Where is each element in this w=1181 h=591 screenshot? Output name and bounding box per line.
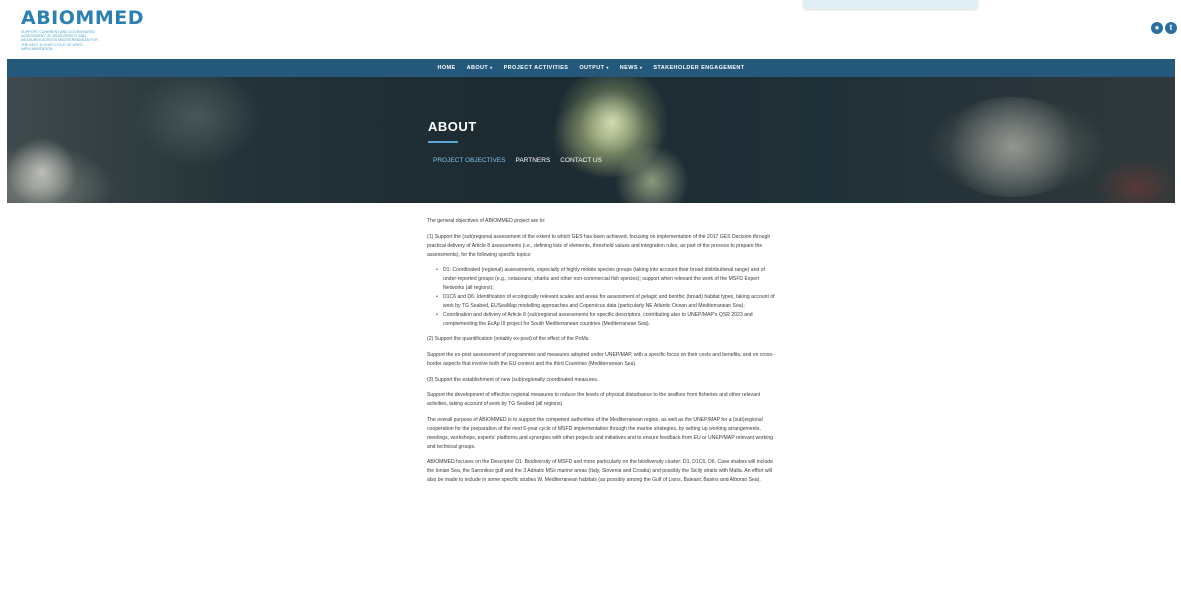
nav-item-stakeholder-engagement[interactable]: STAKEHOLDER ENGAGEMENT — [653, 65, 744, 71]
objective-2: (2) Support the quantification (notably … — [427, 336, 590, 343]
intro-paragraph: The general objectives of ABIOMMED proje… — [427, 218, 546, 224]
list-item: D1: Coordinated (regional) assessments, … — [436, 266, 775, 293]
nav-item-project-activities[interactable]: PROJECT ACTIVITIES — [504, 65, 569, 71]
objective-3: (3) Support the establishment of new (su… — [427, 376, 599, 383]
hero-banner: ABOUT PROJECT OBJECTIVES PARTNERS CONTAC… — [7, 77, 1175, 203]
subpage-nav: PROJECT OBJECTIVES PARTNERS CONTACT US — [433, 157, 602, 164]
flickr-icon[interactable]: ● — [1151, 22, 1163, 34]
logo-title: ABIOMMED — [21, 7, 144, 29]
nav-item-label: NEWS — [619, 65, 638, 71]
nav-item-label: ABOUT — [466, 65, 489, 71]
site-logo[interactable]: ABIOMMED Support coherent and coordinate… — [21, 9, 144, 51]
chevron-down-icon: ▾ — [490, 65, 493, 70]
nav-item-label: STAKEHOLDER ENGAGEMENT — [653, 65, 745, 71]
coral-image-highlight — [937, 97, 1087, 197]
chevron-down-icon: ▾ — [606, 65, 609, 70]
subnav-partners[interactable]: PARTNERS — [515, 157, 550, 164]
main-navigation: HOME ABOUT ▾ PROJECT ACTIVITIES OUTPUT ▾ N… — [7, 59, 1175, 77]
nav-item-output[interactable]: OUTPUT ▾ — [579, 65, 608, 71]
nav-item-news[interactable]: NEWS ▾ — [620, 65, 643, 71]
objective-2-detail: Support the ex-post assessment of progra… — [427, 352, 774, 367]
twitter-icon[interactable]: t — [1165, 22, 1177, 34]
social-links: ● t — [1151, 22, 1177, 34]
coral-image-highlight — [607, 147, 697, 203]
coral-image-highlight — [7, 137, 77, 203]
nav-item-home[interactable]: HOME — [437, 65, 455, 71]
objective-1-topics: D1: Coordinated (regional) assessments, … — [436, 266, 775, 328]
subnav-project-objectives[interactable]: PROJECT OBJECTIVES — [433, 157, 505, 164]
nav-item-label: OUTPUT — [579, 65, 605, 71]
chevron-down-icon: ▾ — [639, 65, 643, 70]
site-header: ABIOMMED Support coherent and coordinate… — [0, 0, 1181, 59]
list-item: D1C6 and D6: Identification of ecologica… — [436, 293, 775, 311]
top-floating-bar — [803, 0, 978, 9]
nav-item-label: PROJECT ACTIVITIES — [503, 65, 569, 71]
list-item: Coordination and delivery of Article 8 (… — [436, 311, 775, 329]
title-underline — [428, 141, 458, 143]
nav-item-about[interactable]: ABOUT ▾ — [467, 65, 493, 71]
subnav-contact-us[interactable]: CONTACT US — [560, 157, 602, 164]
nav-item-label: HOME — [437, 65, 456, 71]
page-title: ABOUT — [428, 119, 477, 134]
objective-1: (1) Support the (sub)regional assessment… — [427, 233, 771, 258]
purpose-paragraph: The overall purpose of ABIOMMED is to su… — [427, 416, 773, 450]
main-content: The general objectives of ABIOMMED proje… — [427, 217, 775, 492]
objective-3-detail: Support the development of effective reg… — [427, 392, 761, 408]
logo-subtitle: Support coherent and coordinated assessm… — [21, 30, 98, 51]
focus-paragraph: ABIOMMED focuses on the Descriptor D1: B… — [427, 459, 773, 484]
